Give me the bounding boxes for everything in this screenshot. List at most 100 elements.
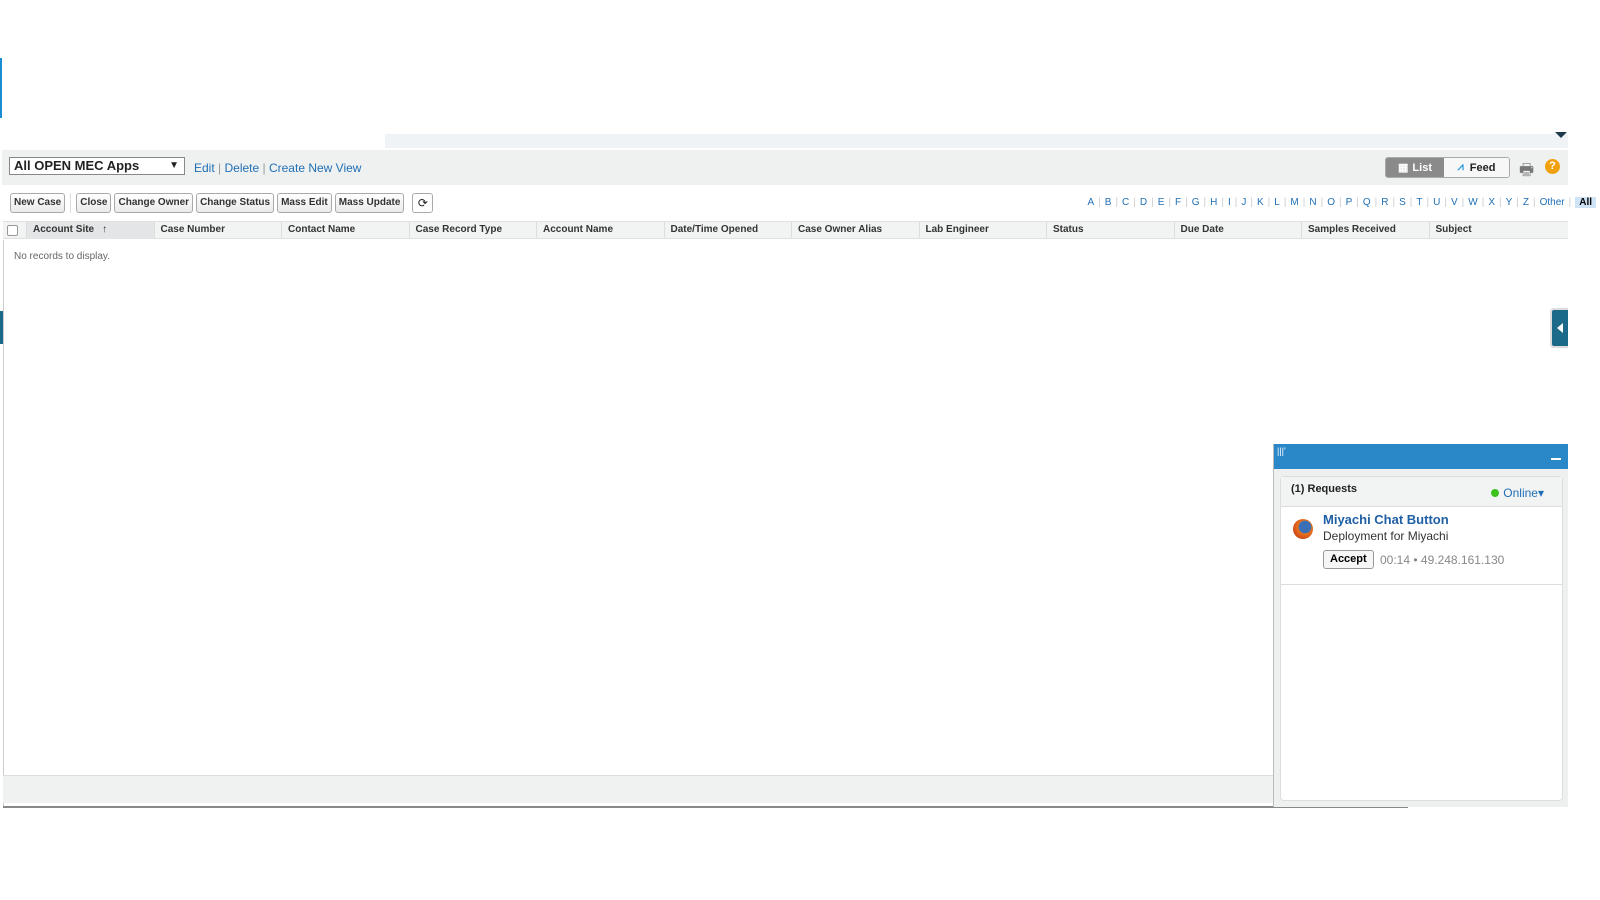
status-dropdown[interactable]: Online▾ (1491, 486, 1544, 500)
alpha-filter: A | B | C | D | E | F | G | H | I | J | K | L | M | N | O | P | Q | R | S | T |… (1087, 197, 1596, 208)
chat-button-name[interactable]: Miyachi Chat Button (1323, 512, 1449, 527)
alpha-filter-t[interactable]: T (1416, 197, 1422, 208)
column-header-due-date[interactable]: Due Date (1173, 222, 1302, 239)
chat-request-item: Miyachi Chat Button Deployment for Miyac… (1281, 507, 1562, 585)
change-status-button[interactable]: Change Status (196, 193, 275, 213)
column-header-date-time-opened[interactable]: Date/Time Opened (663, 222, 792, 239)
grip-icon[interactable]: |||' (1277, 446, 1286, 456)
column-label: Case Owner Alias (798, 224, 883, 235)
feed-label: Feed (1469, 161, 1496, 174)
alpha-filter-v[interactable]: V (1451, 197, 1458, 208)
alpha-filter-a[interactable]: A (1087, 197, 1094, 208)
separator: | (1302, 197, 1306, 208)
alpha-filter-l[interactable]: L (1274, 197, 1280, 208)
separator: | (1532, 197, 1536, 208)
alpha-filter-s[interactable]: S (1399, 197, 1406, 208)
alpha-filter-other[interactable]: Other (1540, 197, 1565, 208)
mass-edit-button[interactable]: Mass Edit (277, 193, 332, 213)
list-button[interactable]: ▦ List (1386, 158, 1444, 177)
print-icon[interactable]: 🖶 (1519, 159, 1534, 186)
separator: | (1185, 197, 1188, 208)
separator: | (1339, 197, 1342, 208)
requests-header: (1) Requests Online▾ (1281, 477, 1562, 507)
alpha-filter-w[interactable]: W (1468, 197, 1477, 208)
separator: | (1426, 197, 1430, 208)
column-label: Status (1053, 224, 1084, 235)
alpha-filter-p[interactable]: P (1346, 197, 1353, 208)
alpha-filter-f[interactable]: F (1175, 197, 1181, 208)
alpha-filter-e[interactable]: E (1158, 197, 1165, 208)
separator: | (1444, 197, 1447, 208)
feed-icon: ⩘ (1457, 161, 1464, 173)
separator: | (1392, 197, 1396, 208)
chat-console: |||' (1) Requests Online▾ Miyachi Chat B… (1273, 444, 1568, 807)
action-buttons: New Case Close Change Owner Change Status Ma… (10, 193, 434, 213)
feed-button[interactable]: ⩘ Feed (1444, 158, 1509, 177)
column-header-case-owner-alias[interactable]: Case Owner Alias (791, 222, 919, 239)
chat-header[interactable]: |||' (1274, 444, 1568, 469)
alpha-filter-r[interactable]: R (1381, 197, 1388, 208)
minimize-icon[interactable] (1551, 458, 1561, 460)
alpha-filter-m[interactable]: M (1290, 197, 1298, 208)
edit-view-link[interactable]: Edit (194, 161, 215, 175)
alpha-filter-i[interactable]: I (1228, 197, 1231, 208)
column-header-case-record-type[interactable]: Case Record Type (408, 222, 537, 239)
alpha-filter-c[interactable]: C (1122, 197, 1129, 208)
alpha-filter-all[interactable]: All (1575, 197, 1596, 208)
deployment-name: Deployment for Miyachi (1323, 529, 1449, 543)
alpha-filter-j[interactable]: J (1241, 197, 1246, 208)
separator: | (1133, 197, 1136, 208)
alpha-filter-x[interactable]: X (1488, 197, 1495, 208)
chat-requests-panel: (1) Requests Online▾ Miyachi Chat Button… (1280, 476, 1563, 801)
column-label: Case Number (160, 224, 225, 235)
help-icon[interactable]: ? (1545, 159, 1560, 174)
no-records-text: No records to display. (14, 251, 110, 262)
column-header-case-number[interactable]: Case Number (153, 222, 282, 239)
change-owner-button[interactable]: Change Owner (114, 193, 194, 213)
alpha-filter-b[interactable]: B (1105, 197, 1112, 208)
sidebar-toggle-button[interactable] (1550, 308, 1568, 348)
chevron-down-icon: ▼ (169, 160, 179, 171)
alpha-filter-h[interactable]: H (1210, 197, 1217, 208)
online-dot-icon (1491, 489, 1500, 497)
column-header-account-site[interactable]: Account Site ↑ (26, 222, 154, 239)
select-all-checkbox[interactable] (7, 225, 18, 236)
separator: | (1516, 197, 1519, 208)
collapse-header-icon[interactable] (1555, 132, 1567, 138)
separator: | (1498, 197, 1502, 208)
column-label: Subject (1435, 224, 1472, 235)
firefox-icon (1293, 519, 1313, 539)
mass-update-button[interactable]: Mass Update (334, 193, 405, 213)
list-label: List (1412, 161, 1432, 174)
alpha-filter-o[interactable]: O (1327, 197, 1335, 208)
column-header-lab-engineer[interactable]: Lab Engineer (918, 222, 1047, 239)
alpha-filter-n[interactable]: N (1309, 197, 1316, 208)
column-label: Account Site (33, 224, 95, 235)
close-button[interactable]: Close (76, 193, 112, 213)
table-header: Account Site ↑ Case Number Contact Name Case… (3, 221, 1568, 239)
refresh-icon[interactable]: ⟳ (412, 193, 434, 213)
view-select[interactable]: All OPEN MEC Apps ▼ (9, 157, 185, 175)
accept-button[interactable]: Accept (1323, 550, 1374, 569)
column-header-contact-name[interactable]: Contact Name (281, 222, 409, 239)
alpha-filter-k[interactable]: K (1257, 197, 1264, 208)
column-header-samples-received[interactable]: Samples Received (1301, 222, 1429, 239)
column-header-account-name[interactable]: Account Name (536, 222, 664, 239)
alpha-filter-q[interactable]: Q (1363, 197, 1371, 208)
separator: | (1283, 197, 1287, 208)
alpha-filter-g[interactable]: G (1192, 197, 1200, 208)
separator (70, 193, 72, 213)
alpha-filter-y[interactable]: Y (1506, 197, 1513, 208)
alpha-filter-d[interactable]: D (1140, 197, 1147, 208)
column-header-status[interactable]: Status (1046, 222, 1174, 239)
separator: | (1356, 197, 1359, 208)
delete-view-link[interactable]: Delete (224, 161, 259, 175)
alpha-filter-z[interactable]: Z (1523, 197, 1529, 208)
separator: | (1409, 197, 1413, 208)
new-case-button[interactable]: New Case (10, 193, 66, 213)
column-label: Contact Name (288, 224, 356, 235)
left-handle[interactable] (0, 311, 3, 344)
alpha-filter-u[interactable]: U (1433, 197, 1440, 208)
column-header-subject[interactable]: Subject (1428, 222, 1569, 239)
create-view-link[interactable]: Create New View (269, 161, 361, 175)
